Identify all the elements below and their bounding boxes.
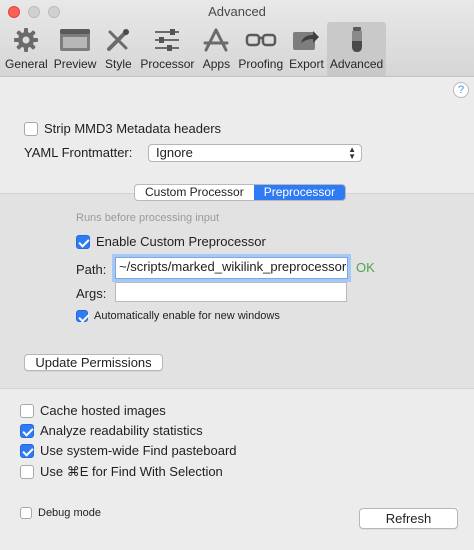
export-icon <box>290 26 322 54</box>
update-permissions-button[interactable]: Update Permissions <box>24 354 163 371</box>
option-cache-hosted-images[interactable]: Cache hosted images <box>20 403 166 418</box>
tab-advanced[interactable]: Advanced <box>326 22 387 76</box>
refresh-button[interactable]: Refresh <box>359 508 458 529</box>
yaml-frontmatter-select[interactable]: Ignore ▲ ▼ <box>148 144 362 162</box>
tab-apps[interactable]: Apps <box>197 22 235 76</box>
option-label: Use system-wide Find pasteboard <box>40 443 237 458</box>
preference-tabs: General Preview Style Processor Apps Pro… <box>2 22 387 76</box>
auto-enable-label: Automatically enable for new windows <box>94 310 280 322</box>
path-input[interactable]: ~/scripts/marked_wikilink_preprocessor <box>115 257 348 279</box>
app-store-icon <box>200 26 232 54</box>
chevron-up-down-icon: ▲ ▼ <box>348 145 356 161</box>
window-icon <box>59 26 91 54</box>
option-find-with-selection[interactable]: Use ⌘E for Find With Selection <box>20 464 223 480</box>
debug-mode-checkbox[interactable] <box>20 507 32 519</box>
strip-metadata-option[interactable]: Strip MMD3 Metadata headers <box>24 121 221 136</box>
tab-label: Preview <box>53 57 97 71</box>
yaml-frontmatter-value: Ignore <box>156 145 193 160</box>
args-label: Args: <box>76 286 107 301</box>
yaml-frontmatter-label: YAML Frontmatter: <box>24 145 133 160</box>
tab-export[interactable]: Export <box>286 22 327 76</box>
option-analyze-readability[interactable]: Analyze readability statistics <box>20 423 203 438</box>
potion-icon <box>341 26 373 54</box>
args-input[interactable] <box>115 282 347 302</box>
enable-preprocessor-label: Enable Custom Preprocessor <box>96 234 266 249</box>
strip-metadata-checkbox[interactable] <box>24 121 38 136</box>
debug-mode-label: Debug mode <box>38 507 101 519</box>
option-label: Analyze readability statistics <box>40 423 203 438</box>
sliders-icon <box>151 26 183 54</box>
enable-preprocessor-option[interactable]: Enable Custom Preprocessor <box>76 234 266 249</box>
gear-icon <box>10 26 42 54</box>
help-button[interactable]: ? <box>453 82 469 98</box>
segment-custom-processor[interactable]: Custom Processor <box>135 185 254 200</box>
option-checkbox[interactable] <box>20 443 34 458</box>
tab-label: Style <box>105 57 132 71</box>
tab-label: Export <box>289 57 324 71</box>
option-checkbox[interactable] <box>20 465 34 479</box>
option-checkbox[interactable] <box>20 403 34 418</box>
preferences-window: Advanced General Preview Style Processor… <box>0 0 474 550</box>
preprocessor-hint: Runs before processing input <box>76 212 220 224</box>
tab-label: General <box>5 57 48 71</box>
path-label: Path: <box>76 262 107 277</box>
option-label: Use ⌘E for Find With Selection <box>40 464 223 479</box>
enable-preprocessor-checkbox[interactable] <box>76 234 90 249</box>
debug-mode-option[interactable]: Debug mode <box>20 507 101 519</box>
processor-segmented-control: Custom Processor Preprocessor <box>134 184 347 201</box>
tab-label: Proofing <box>238 57 284 71</box>
tab-label: Advanced <box>329 57 384 71</box>
window-title: Advanced <box>208 4 266 19</box>
auto-enable-option[interactable]: Automatically enable for new windows <box>76 310 280 322</box>
tab-proofing[interactable]: Proofing <box>235 22 286 76</box>
tab-processor[interactable]: Processor <box>137 22 197 76</box>
path-status: OK <box>356 260 375 275</box>
toolbar: Advanced General Preview Style Processor… <box>0 0 474 77</box>
tab-label: Processor <box>140 57 195 71</box>
auto-enable-checkbox[interactable] <box>76 310 88 322</box>
option-find-pasteboard[interactable]: Use system-wide Find pasteboard <box>20 443 237 458</box>
option-label: Cache hosted images <box>40 403 166 418</box>
strip-metadata-label: Strip MMD3 Metadata headers <box>44 121 222 136</box>
tab-general[interactable]: General <box>2 22 51 76</box>
tab-style[interactable]: Style <box>99 22 137 76</box>
option-checkbox[interactable] <box>20 423 34 438</box>
brush-icon <box>102 26 134 54</box>
glasses-icon <box>245 26 277 54</box>
tab-label: Apps <box>202 57 231 71</box>
tab-preview[interactable]: Preview <box>51 22 100 76</box>
segment-preprocessor[interactable]: Preprocessor <box>253 185 346 200</box>
